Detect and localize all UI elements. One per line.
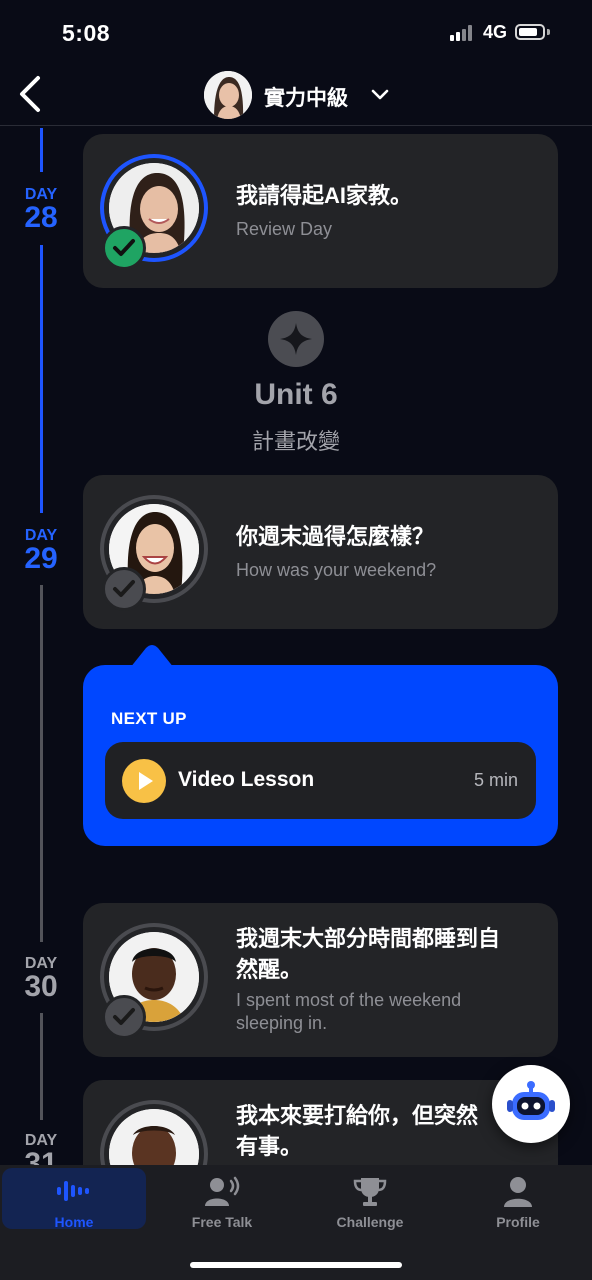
unit-subtitle: 計畫改變: [251, 429, 340, 454]
ai-assistant-button[interactable]: [492, 1065, 570, 1143]
day-number: 28: [24, 201, 58, 234]
lesson-title: 你週末過得怎麼樣？: [236, 524, 435, 549]
unit-title: Unit 6: [254, 378, 338, 411]
home-indicator: [190, 1262, 402, 1268]
person-icon: [504, 1177, 532, 1207]
day-marker-30: DAY 30: [0, 956, 82, 1002]
level-title[interactable]: 實力中級: [264, 82, 348, 112]
waveform-icon: [57, 1181, 89, 1201]
tab-home[interactable]: Home: [0, 1170, 148, 1230]
timeline-line: [40, 585, 43, 942]
pointer-arrow: [130, 645, 174, 668]
status-badge: [102, 995, 146, 1039]
tutor-avatar[interactable]: [204, 71, 252, 119]
battery-icon: [515, 24, 545, 40]
robot-icon: [507, 1081, 555, 1120]
lesson-card-day-29[interactable]: 你週末過得怎麼樣？ How was your weekend?: [83, 475, 558, 629]
day-number: 30: [24, 970, 58, 1003]
day-marker-29: DAY 29: [0, 528, 82, 574]
tab-free-talk[interactable]: Free Talk: [148, 1170, 296, 1230]
day-number: 29: [24, 542, 58, 575]
completed-badge: [102, 226, 146, 270]
trophy-icon: [353, 1178, 387, 1206]
tab-label: Home: [54, 1214, 94, 1230]
battery-tip: [547, 29, 550, 35]
play-triangle: [139, 772, 153, 790]
back-button[interactable]: [14, 74, 50, 114]
unit-badge: [268, 311, 324, 367]
tab-profile[interactable]: Profile: [444, 1170, 592, 1230]
tab-label: Challenge: [336, 1214, 404, 1230]
tab-challenge[interactable]: Challenge: [296, 1170, 444, 1230]
chevron-down-icon: [371, 89, 389, 100]
play-icon[interactable]: [122, 759, 166, 803]
lesson-subtitle-line-1: I spent most of the weekend: [236, 990, 462, 1010]
timeline-line: [40, 1013, 43, 1120]
timeline-line: [40, 128, 43, 172]
status-badge: [102, 567, 146, 611]
nav-divider: [0, 125, 592, 126]
day-marker-28: DAY 28: [0, 187, 82, 233]
next-lesson-title: Video Lesson: [178, 768, 315, 791]
lesson-card-day-30[interactable]: 我週末大部分時間都睡到自 然醒。 I spent most of the wee…: [83, 903, 558, 1057]
speaking-person-icon: [205, 1176, 240, 1206]
check-icon: [113, 580, 135, 597]
network-type: 4G: [483, 22, 508, 42]
lesson-title-line-2: 然醒。: [236, 957, 303, 982]
lesson-title-line-1: 我本來要打給你，但突然: [236, 1103, 479, 1128]
check-icon: [113, 1008, 135, 1025]
level-dropdown[interactable]: [370, 85, 390, 105]
next-lesson-duration: 5 min: [473, 770, 518, 790]
lesson-title: 我請得起AI家教。: [236, 183, 413, 208]
lesson-subtitle-line-2: sleeping in.: [236, 1013, 328, 1033]
lesson-title-line-2: 有事。: [236, 1134, 303, 1159]
signal-icon: [450, 25, 476, 41]
check-icon: [113, 239, 135, 256]
lesson-subtitle: How was your weekend?: [236, 560, 437, 580]
tab-label: Free Talk: [191, 1214, 253, 1230]
tab-label: Profile: [496, 1214, 540, 1230]
status-time: 5:08: [62, 20, 111, 46]
next-up-label: NEXT UP: [111, 709, 187, 728]
chevron-left-icon: [20, 76, 40, 112]
sparkle-icon: [280, 323, 312, 355]
tutor-portrait: [204, 71, 252, 119]
lesson-title-line-1: 我週末大部分時間都睡到自: [236, 926, 501, 951]
lesson-card-day-28[interactable]: 我請得起AI家教。 Review Day: [83, 134, 558, 288]
lesson-subtitle: Review Day: [236, 219, 333, 239]
